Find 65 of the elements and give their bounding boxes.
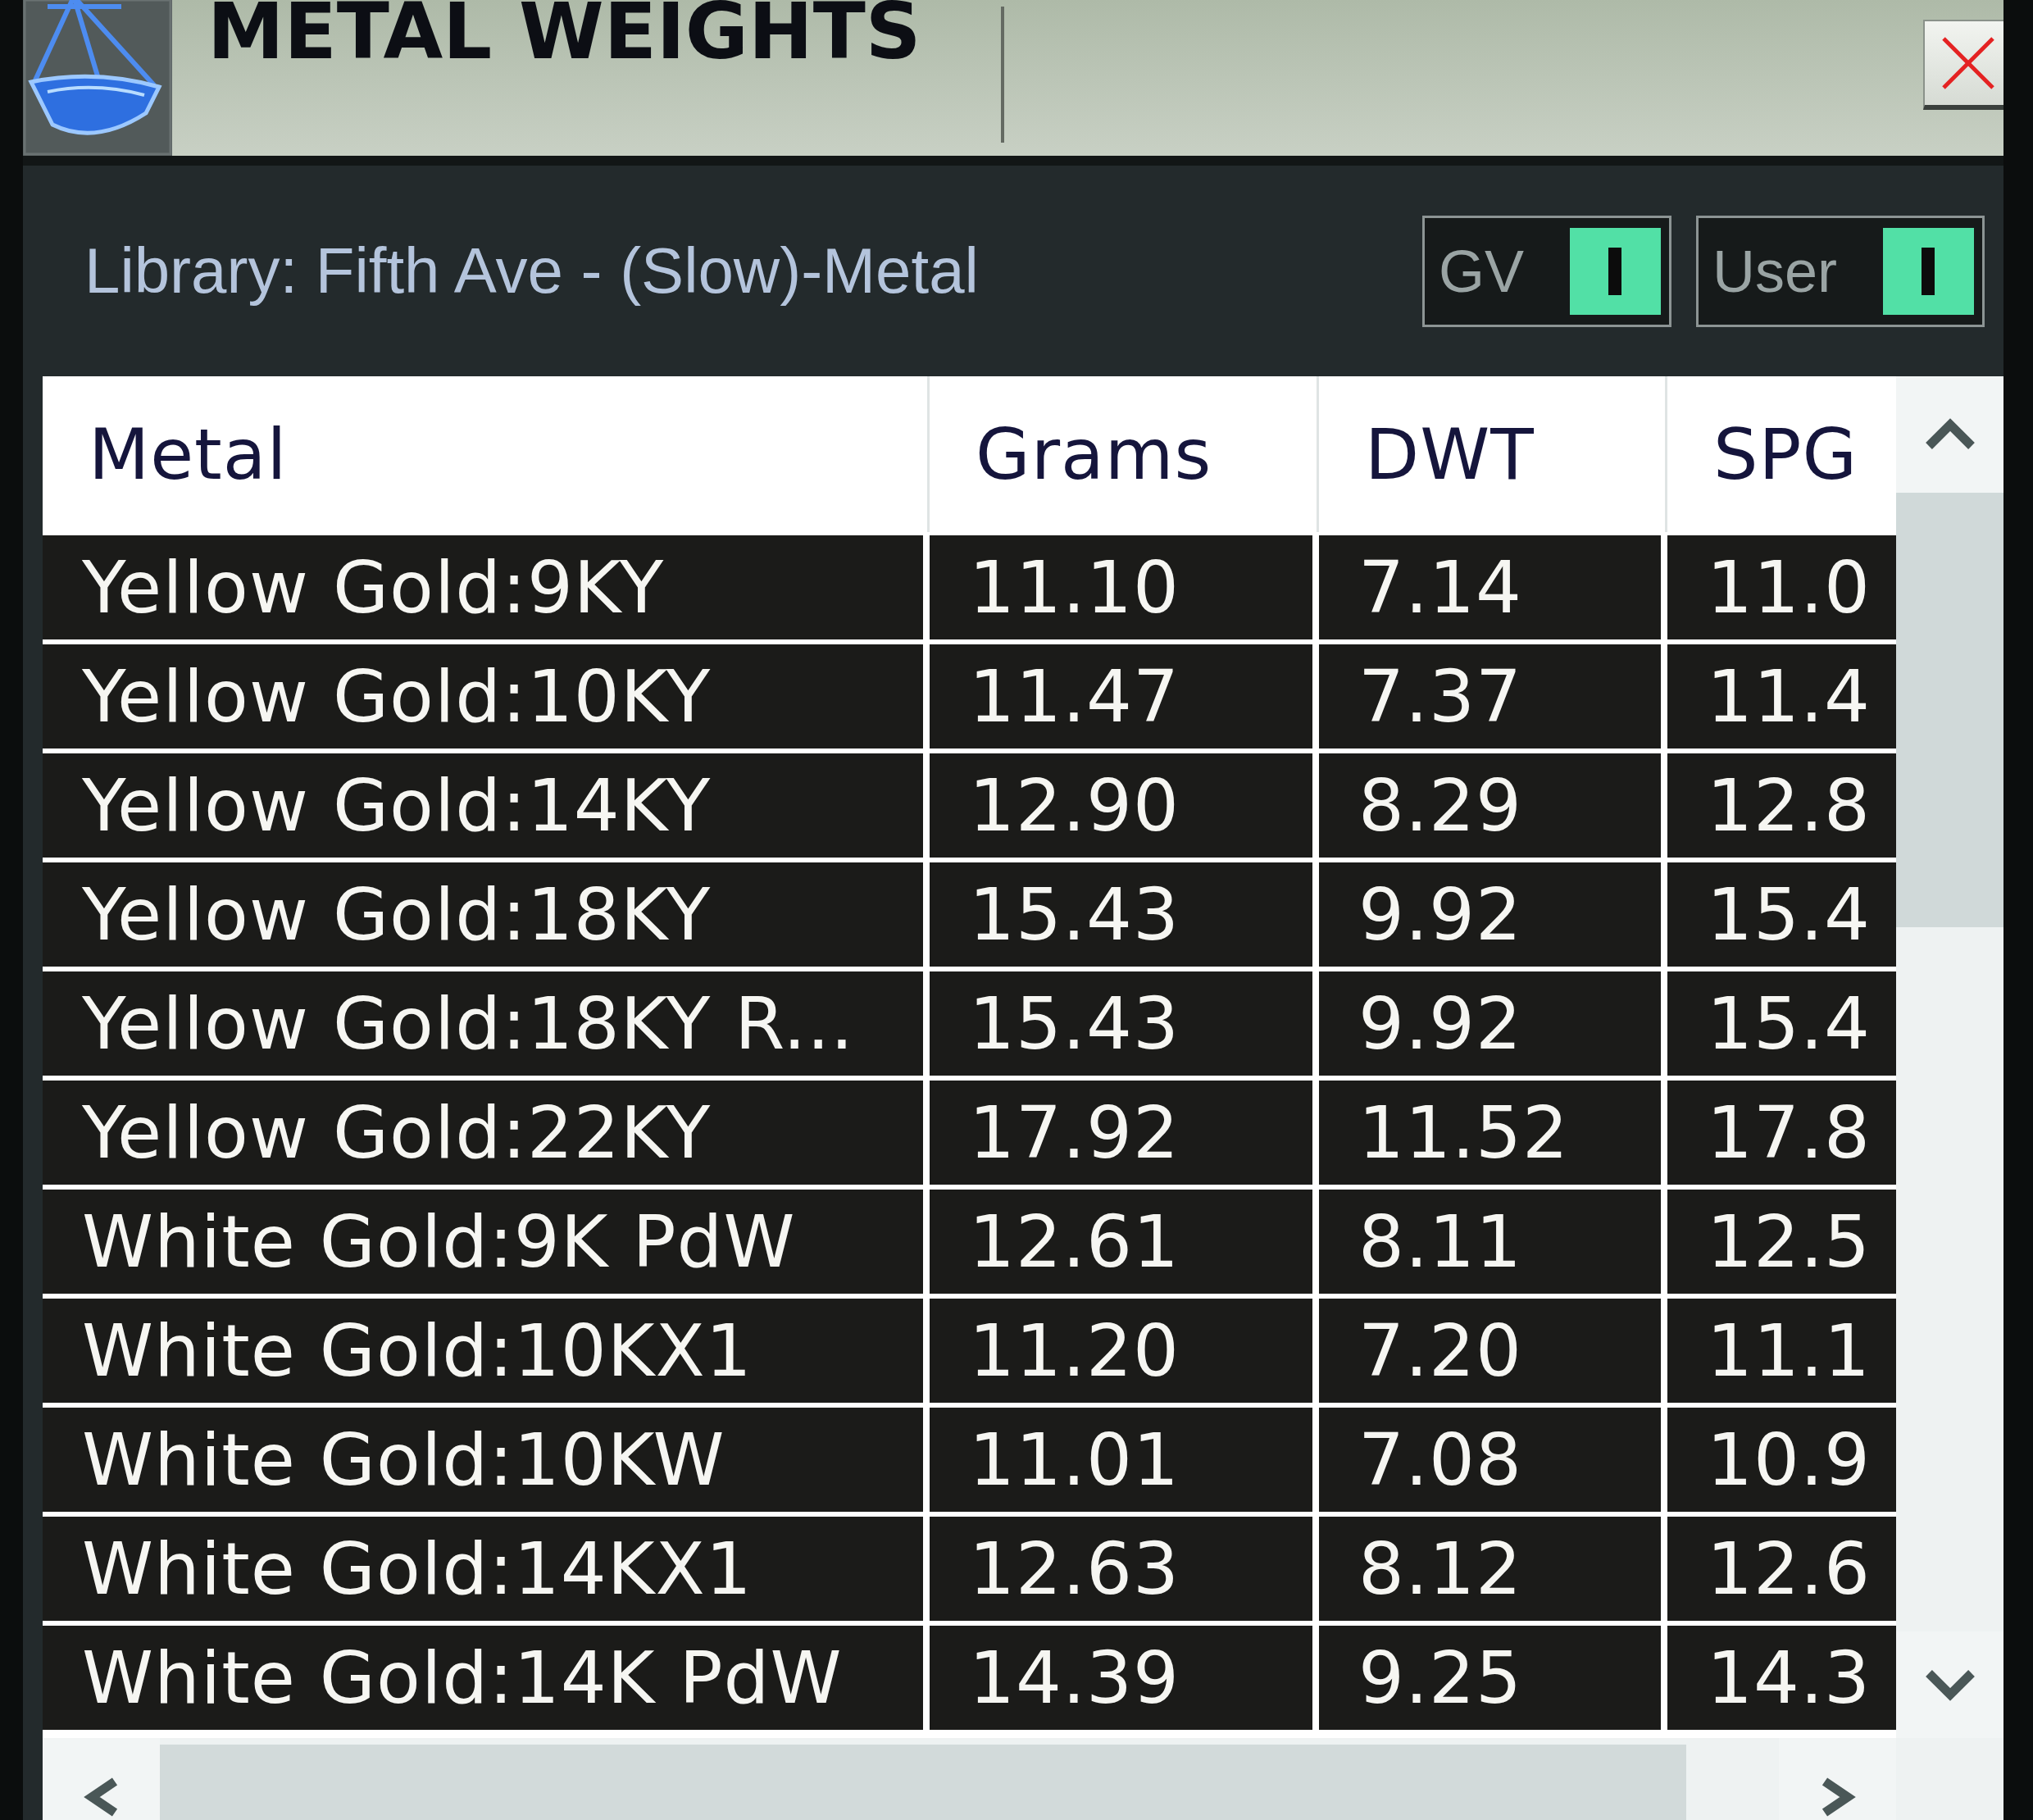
table-cell: White Gold:14KX1 [43, 1517, 923, 1621]
table-cell: White Gold:9K PdW [43, 1190, 923, 1294]
table-cell: 15.43 [930, 971, 1312, 1076]
scrollbar-thumb[interactable] [1896, 493, 2003, 927]
table-cell: 11.52 [1319, 1081, 1661, 1185]
table-cell: 17.8 [1667, 1081, 1896, 1185]
table-cell: 11.1 [1667, 1299, 1896, 1403]
table-cell: 15.4 [1667, 971, 1896, 1076]
table-cell: 7.08 [1319, 1408, 1661, 1512]
table-cell: 11.20 [930, 1299, 1312, 1403]
horizontal-scrollbar[interactable] [43, 1738, 1896, 1820]
table-cell: 9.92 [1319, 971, 1661, 1076]
window-title: METAL WEIGHTS [207, 0, 921, 71]
table-cell: 12.5 [1667, 1190, 1896, 1294]
table-cell: 12.6 [1667, 1517, 1896, 1621]
table-cell: 11.10 [930, 535, 1312, 639]
table-cell: Yellow Gold:22KY [43, 1081, 923, 1185]
table-cell: 12.8 [1667, 753, 1896, 858]
table-cell: White Gold:10KX1 [43, 1299, 923, 1403]
table-cell: White Gold:10KW [43, 1408, 923, 1512]
table-cell: 11.47 [930, 644, 1312, 748]
scrollbar-thumb[interactable] [160, 1745, 1686, 1820]
table-cell: 12.90 [930, 753, 1312, 858]
chevron-left-icon [83, 1777, 120, 1818]
table-cell: 10.9 [1667, 1408, 1896, 1512]
table-cell: Yellow Gold:14KY [43, 753, 923, 858]
column-header: DWT [1319, 376, 1667, 532]
table-cell: Yellow Gold:18KY [43, 862, 923, 967]
table-cell: 12.61 [930, 1190, 1312, 1294]
table-cell: White Gold:14K PdW [43, 1626, 923, 1730]
table-cell: 11.01 [930, 1408, 1312, 1512]
table-cell: 17.92 [930, 1081, 1312, 1185]
chevron-down-icon [1923, 1668, 1976, 1701]
column-header: SPG [1712, 412, 1859, 497]
table-cell: 14.3 [1667, 1626, 1896, 1730]
table-cell: 7.14 [1319, 535, 1661, 639]
table-cell: 8.12 [1319, 1517, 1661, 1621]
scroll-down-button[interactable] [1896, 1631, 2003, 1738]
scroll-right-button[interactable] [1779, 1738, 1896, 1820]
library-label: Library: Fifth Ave - (Slow)-Metal [84, 234, 979, 308]
toggle-button[interactable]: User [1696, 215, 1985, 327]
table-cell: Yellow Gold:9KY [43, 535, 923, 639]
table-cell: 14.39 [930, 1626, 1312, 1730]
table-cell: 8.29 [1319, 753, 1661, 858]
table-cell: 9.92 [1319, 862, 1661, 967]
table-cell: Yellow Gold:10KY [43, 644, 923, 748]
table-cell: 7.37 [1319, 644, 1661, 748]
table-cell: 11.4 [1667, 644, 1896, 748]
column-header: Metal [43, 376, 930, 532]
table-cell: 15.43 [930, 862, 1312, 967]
table-cell: 12.63 [930, 1517, 1312, 1621]
scroll-up-button[interactable] [1896, 376, 2003, 493]
table-cell: 8.11 [1319, 1190, 1661, 1294]
table-cell: 9.25 [1319, 1626, 1661, 1730]
toggle-button[interactable]: GV [1421, 215, 1671, 327]
scale-icon [23, 0, 172, 156]
table-cell: 11.0 [1667, 535, 1896, 639]
column-header: Grams [930, 376, 1319, 532]
vertical-scrollbar[interactable] [1896, 376, 2003, 1738]
table-cell: 15.4 [1667, 862, 1896, 967]
table-cell: 7.20 [1319, 1299, 1661, 1403]
close-icon [1940, 35, 1996, 91]
table-cell: Yellow Gold:18KY R... [43, 971, 923, 1076]
scroll-left-button[interactable] [43, 1738, 160, 1820]
close-button[interactable] [1923, 20, 2003, 110]
